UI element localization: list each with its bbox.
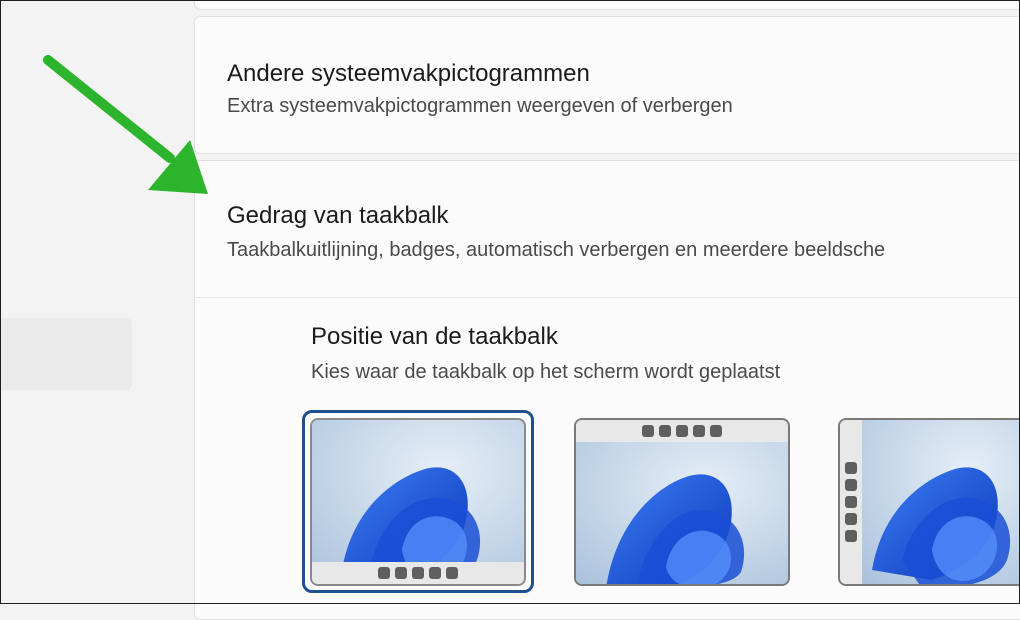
taskbar-icon-dot <box>429 567 441 579</box>
other-tray-icons-card[interactable]: Andere systeemvakpictogrammen Extra syst… <box>194 16 1020 154</box>
section-divider <box>195 297 1020 298</box>
taskbar-icon-dot <box>378 567 390 579</box>
windows-bloom-wallpaper-icon <box>576 442 788 584</box>
taskbar-icon-dot <box>845 513 857 525</box>
taskbar-icon-dot <box>676 425 688 437</box>
taskbar-icon-dot <box>693 425 705 437</box>
taskbar-position-left-option[interactable] <box>838 418 1020 586</box>
settings-card-previous <box>194 0 1020 10</box>
taskbar-left <box>840 420 862 584</box>
taskbar-icon-dot <box>845 462 857 474</box>
taskbar-icon-dot <box>412 567 424 579</box>
taskbar-top <box>576 420 788 442</box>
taskbar-behavior-title: Gedrag van taakbalk <box>227 202 449 229</box>
taskbar-icon-dot <box>395 567 407 579</box>
taskbar-icon-dot <box>446 567 458 579</box>
taskbar-icon-dot <box>710 425 722 437</box>
taskbar-behavior-description: Taakbalkuitlijning, badges, automatisch … <box>227 239 886 261</box>
taskbar-icon-dot <box>659 425 671 437</box>
green-arrow-icon <box>43 55 208 194</box>
taskbar-bottom <box>312 562 524 584</box>
taskbar-icon-dot <box>642 425 654 437</box>
taskbar-icon-dot <box>845 530 857 542</box>
taskbar-position-description: Kies waar de taakbalk op het scherm word… <box>311 361 781 383</box>
sidebar-nav-item[interactable] <box>0 318 132 390</box>
taskbar-position-bottom-preview <box>310 418 526 586</box>
windows-bloom-wallpaper-icon <box>862 420 1020 584</box>
taskbar-position-top-option[interactable] <box>574 418 790 586</box>
other-tray-icons-description: Extra systeemvakpictogrammen weergeven o… <box>227 95 733 117</box>
taskbar-icon-dot <box>845 496 857 508</box>
taskbar-position-title: Positie van de taakbalk <box>311 323 558 350</box>
other-tray-icons-title: Andere systeemvakpictogrammen <box>227 60 590 87</box>
taskbar-behavior-header[interactable]: Gedrag van taakbalk Taakbalkuitlijning, … <box>195 161 1020 297</box>
taskbar-icon-dot <box>845 479 857 491</box>
